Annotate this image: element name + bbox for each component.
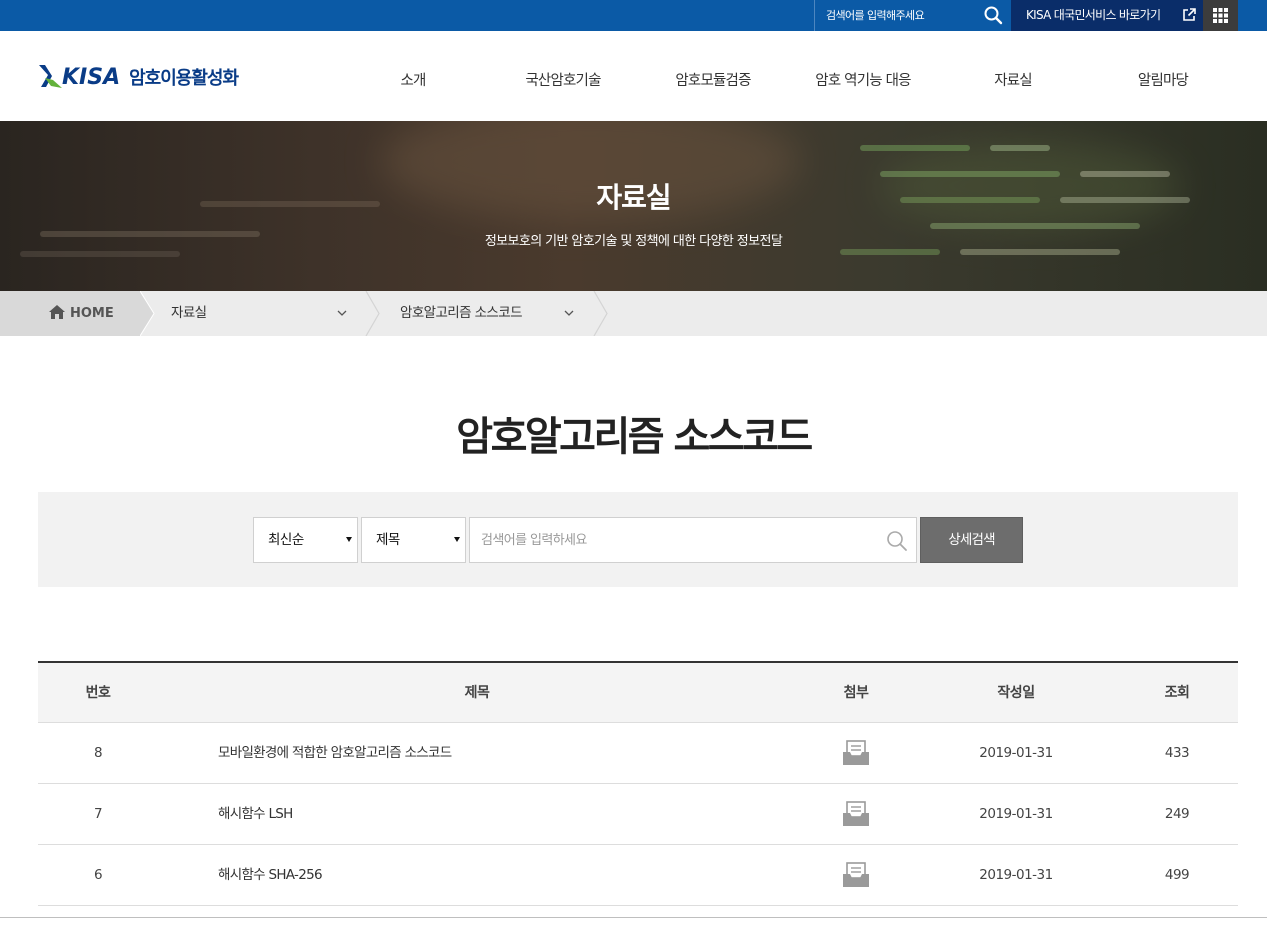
row-title-link[interactable]: 해시함수 LSH <box>218 784 293 844</box>
page-title: 암호알고리즘 소스코드 <box>456 414 813 460</box>
breadcrumb-separator-icon <box>593 291 608 336</box>
top-utility-bar: KISA 대국민서비스 바로가기 <box>0 0 1267 31</box>
search-panel: 최신순 제목 상세검색 <box>38 492 1238 587</box>
logo-brand: KISA <box>62 64 121 90</box>
search-box <box>469 517 917 563</box>
nav-item-module-validation[interactable]: 암호모듈검증 <box>675 31 751 121</box>
detail-search-button[interactable]: 상세검색 <box>920 517 1023 563</box>
column-header-date: 작성일 <box>997 685 1035 701</box>
nav-item-intro[interactable]: 소개 <box>400 31 426 121</box>
breadcrumb-separator-icon <box>140 291 155 336</box>
nav-item-notice[interactable]: 알림마당 <box>1138 31 1189 121</box>
breadcrumb-level2[interactable]: 암호알고리즘 소스코드 <box>400 291 590 336</box>
row-number: 7 <box>93 806 103 822</box>
breadcrumb-level2-label: 암호알고리즘 소스코드 <box>400 305 523 321</box>
kisa-service-link[interactable]: KISA 대국민서비스 바로가기 <box>1011 0 1203 31</box>
row-date: 2019-01-31 <box>979 867 1053 883</box>
nav-item-library[interactable]: 자료실 <box>994 31 1032 121</box>
breadcrumb-separator-icon <box>365 291 380 336</box>
sort-select-value: 최신순 <box>268 532 304 548</box>
row-number: 6 <box>93 867 103 883</box>
breadcrumb-level1-label: 자료실 <box>171 305 207 321</box>
dropdown-arrow-icon <box>346 537 352 542</box>
column-header-title: 제목 <box>464 685 490 701</box>
nav-item-crypto-misuse[interactable]: 암호 역기능 대응 <box>815 31 911 121</box>
post-table: 번호 제목 첨부 작성일 조회 8 모바일환경에 적합한 암호알고리즘 소스코드… <box>38 661 1238 906</box>
row-views: 433 <box>1164 745 1190 761</box>
row-date: 2019-01-31 <box>979 745 1053 761</box>
field-select-value: 제목 <box>376 532 400 548</box>
row-title-link[interactable]: 모바일환경에 적합한 암호알고리즘 소스코드 <box>218 723 452 783</box>
site-logo[interactable]: KISA 암호이용활성화 <box>38 59 239 95</box>
row-views: 249 <box>1164 806 1190 822</box>
apps-menu-button[interactable] <box>1203 0 1238 31</box>
page-banner: 자료실 정보보호의 기반 암호기술 및 정책에 대한 다양한 정보전달 <box>0 121 1267 291</box>
row-title-link[interactable]: 해시함수 SHA-256 <box>218 845 323 905</box>
chevron-down-icon <box>564 310 574 316</box>
breadcrumb-home-label: HOME <box>70 306 114 321</box>
footer-divider <box>0 917 1267 918</box>
banner-subtitle: 정보보호의 기반 암호기술 및 정책에 대한 다양한 정보전달 <box>484 234 783 249</box>
column-header-attachment: 첨부 <box>843 685 869 701</box>
column-header-views: 조회 <box>1164 685 1190 701</box>
site-header: KISA 암호이용활성화 소개 국산암호기술 암호모듈검증 암호 역기능 대응 … <box>0 31 1267 121</box>
chevron-down-icon <box>337 310 347 316</box>
search-input[interactable] <box>470 518 870 562</box>
top-search <box>814 0 1011 31</box>
attachment-icon[interactable] <box>842 860 870 888</box>
logo-text: 암호이용활성화 <box>129 68 239 89</box>
search-icon[interactable] <box>983 5 1003 25</box>
attachment-icon[interactable] <box>842 799 870 827</box>
nav-item-domestic-crypto[interactable]: 국산암호기술 <box>525 31 601 121</box>
table-row[interactable]: 7 해시함수 LSH 2019-01-31 249 <box>38 784 1238 845</box>
field-select[interactable]: 제목 <box>361 517 466 563</box>
kisa-logo-mark-icon <box>39 65 62 88</box>
banner-title: 자료실 <box>596 181 671 214</box>
apps-grid-icon <box>1213 8 1228 23</box>
kisa-service-link-label: KISA 대국민서비스 바로가기 <box>1026 8 1161 22</box>
home-icon <box>49 305 65 319</box>
dropdown-arrow-icon <box>454 537 460 542</box>
row-views: 499 <box>1164 867 1190 883</box>
column-header-number: 번호 <box>85 685 111 701</box>
breadcrumb: HOME 자료실 암호알고리즘 소스코드 <box>0 291 1267 336</box>
attachment-icon[interactable] <box>842 738 870 766</box>
table-header: 번호 제목 첨부 작성일 조회 <box>38 663 1238 723</box>
external-link-icon <box>1183 8 1196 21</box>
search-icon[interactable] <box>886 530 908 552</box>
breadcrumb-home[interactable]: HOME <box>0 291 140 336</box>
sort-select[interactable]: 최신순 <box>253 517 358 563</box>
table-row[interactable]: 6 해시함수 SHA-256 2019-01-31 499 <box>38 845 1238 906</box>
breadcrumb-level1[interactable]: 자료실 <box>171 291 361 336</box>
row-number: 8 <box>93 745 103 761</box>
row-date: 2019-01-31 <box>979 806 1053 822</box>
table-row[interactable]: 8 모바일환경에 적합한 암호알고리즘 소스코드 2019-01-31 433 <box>38 723 1238 784</box>
top-search-input[interactable] <box>815 0 980 31</box>
